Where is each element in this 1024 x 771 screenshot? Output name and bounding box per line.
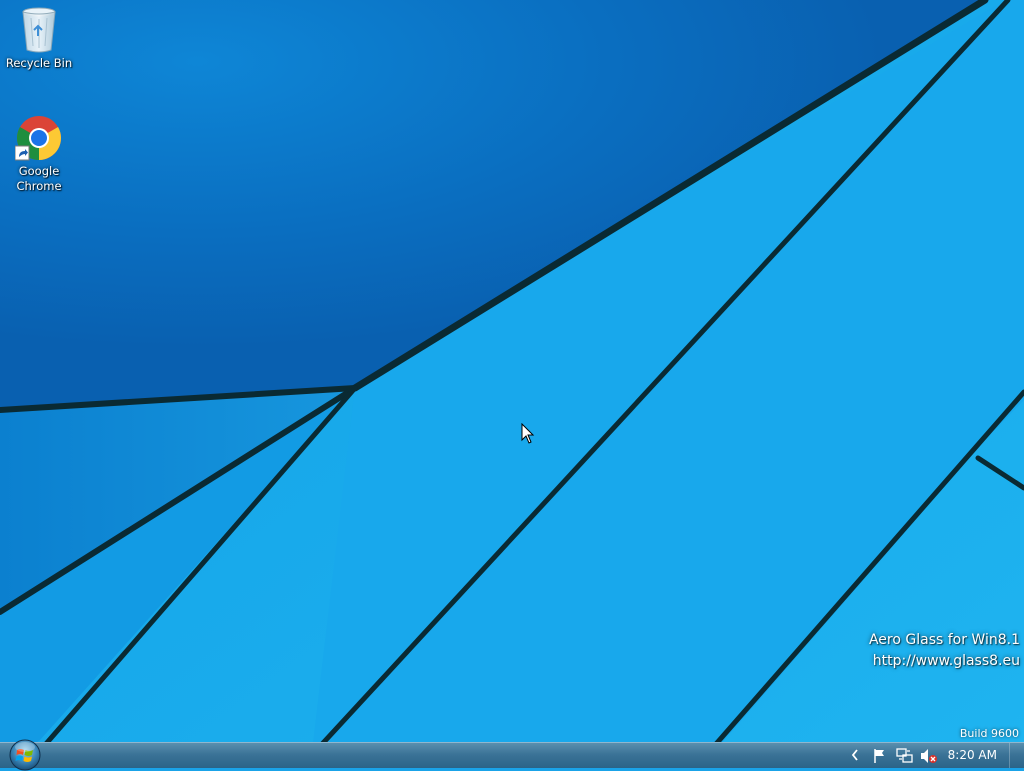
- desktop-icon-label: Google Chrome: [16, 164, 62, 193]
- taskbar: 8:20 AM: [0, 739, 1024, 771]
- desktop-icon-label: Recycle Bin: [5, 56, 73, 70]
- show-desktop-button[interactable]: [1009, 743, 1024, 768]
- chrome-icon: [15, 116, 61, 161]
- shortcut-arrow-icon: [15, 145, 30, 161]
- network-icon[interactable]: [896, 748, 914, 764]
- desktop[interactable]: Recycle Bin Google Chrome Aero Glass for…: [0, 0, 1024, 768]
- desktop-icon-google-chrome[interactable]: Google Chrome: [2, 114, 76, 194]
- watermark-url: http://www.glass8.eu: [872, 653, 1020, 669]
- aero-glass-watermark: Aero Glass for Win8.1 http://www.glass8.…: [869, 630, 1020, 672]
- mouse-cursor-icon: [521, 423, 535, 444]
- chevron-left-icon[interactable]: [850, 748, 860, 762]
- taskbar-clock[interactable]: 8:20 AM: [948, 748, 997, 762]
- action-center-flag-icon[interactable]: [872, 748, 888, 764]
- windows-start-orb-icon[interactable]: [7, 737, 43, 771]
- desktop-icon-recycle-bin[interactable]: Recycle Bin: [2, 6, 76, 71]
- watermark-title: Aero Glass for Win8.1: [868, 632, 1020, 648]
- volume-muted-icon[interactable]: [920, 748, 938, 764]
- build-number: Build 9600: [959, 727, 1019, 740]
- recycle-bin-icon: [22, 7, 56, 53]
